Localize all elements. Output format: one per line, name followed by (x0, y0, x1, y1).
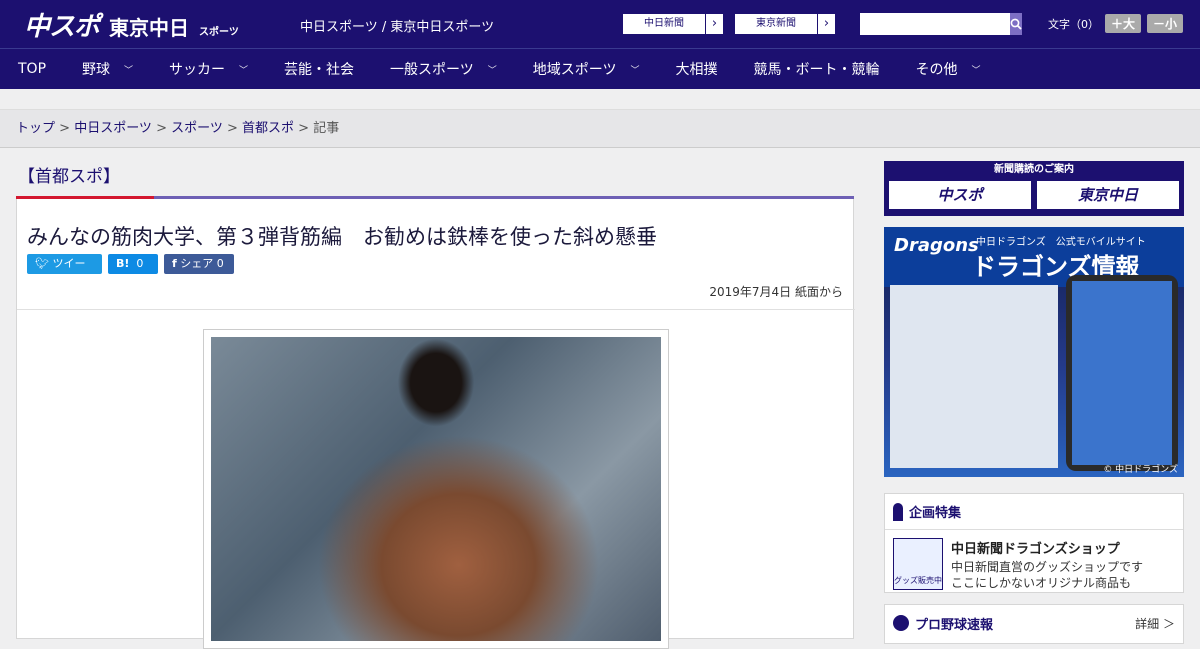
main-nav: TOP 野球 ﹀ サッカー ﹀ 芸能・社会 一般スポーツ ﹀ 地域スポーツ ﹀ 大相撲 … (0, 48, 1200, 89)
site-logo[interactable]: 中スポ 東京中日 スポーツ (24, 6, 239, 43)
ad-subtitle: 中日ドラゴンズ 公式モバイルサイト (976, 237, 1146, 248)
share-count: 0 (216, 257, 224, 270)
hatena-count: 0 (136, 257, 144, 270)
subscribe-chuspo-button[interactable]: 中スポ (888, 180, 1032, 210)
baseball-icon (893, 615, 909, 631)
article-photo-frame (203, 329, 669, 649)
nav-label: 地域スポーツ (532, 62, 617, 78)
nav-item-top[interactable]: TOP (0, 49, 64, 89)
dragons-shop-item[interactable]: グッズ販売中 中日新聞ドラゴンズショップ 中日新聞直営のグッズショップです ここ… (885, 530, 1183, 599)
ad-phone-image (1066, 275, 1178, 471)
breadcrumb-sports[interactable]: スポーツ (171, 121, 223, 136)
chevron-down-icon: ﹀ (124, 65, 134, 76)
nav-label: TOP (18, 61, 47, 77)
share-label: シェア (180, 257, 214, 270)
font-size-label: 文字（0） (1048, 17, 1099, 31)
tweet-button[interactable]: 🐦︎ ツイート (27, 254, 102, 290)
shop-thumbnail: グッズ販売中 (893, 538, 943, 590)
top-bar: 中スポ 東京中日 スポーツ 中日スポーツ / 東京中日スポーツ 中日新聞 › 東京… (0, 0, 1200, 48)
tokyo-link[interactable]: 東京新聞 › (734, 13, 836, 35)
nav-item-other[interactable]: その他 ﹀ (898, 49, 999, 89)
article: みんなの筋肉大学、第３弾背筋編 お勧めは鉄棒を使った斜め懸垂 🐦︎ ツイート B… (16, 199, 855, 649)
nav-item-entertainment[interactable]: 芸能・社会 (266, 49, 372, 89)
font-down-button[interactable]: －小 (1147, 14, 1184, 33)
chevron-down-icon: ﹀ (487, 65, 497, 76)
hatena-label: B! (116, 257, 130, 270)
section-title: 【首都スポ】 (18, 167, 120, 187)
breadcrumb-top[interactable]: トップ (16, 121, 55, 136)
tokyo-link-label: 東京新聞 (756, 18, 796, 29)
shop-desc-2: ここにしかないオリジナル商品も (951, 576, 1132, 590)
logo-main: 中スポ (24, 12, 100, 42)
subscription-header: 新聞購読のご案内 (994, 164, 1074, 175)
nav-label: 大相撲 (675, 62, 718, 78)
special-title: 企画特集 (909, 506, 962, 521)
subscription-box: 新聞購読のご案内 中スポ 東京中日 (884, 161, 1184, 216)
spacer-strip (0, 89, 1200, 110)
nav-item-racing[interactable]: 競馬・ボート・競輪 (736, 49, 898, 89)
nav-item-soccer[interactable]: サッカー ﹀ (151, 49, 266, 89)
shop-desc-1: 中日新聞直営のグッズショップです (951, 560, 1144, 574)
facebook-share-button[interactable]: f シェア 0 (164, 254, 234, 274)
chevron-right-icon: › (817, 14, 835, 34)
article-title: みんなの筋肉大学、第３弾背筋編 お勧めは鉄棒を使った斜め懸垂 (27, 225, 657, 249)
shop-thumbnail-label: グッズ販売中 (894, 576, 942, 585)
font-size-control: 文字（0） ＋大 －小 (1048, 14, 1184, 33)
facebook-icon: f (172, 257, 177, 270)
logo-sub: 東京中日 (109, 16, 190, 40)
shop-title: 中日新聞ドラゴンズショップ (951, 542, 1120, 557)
search-icon (1010, 18, 1022, 30)
twitter-icon: 🐦︎ (35, 257, 49, 270)
nav-label: サッカー (169, 62, 226, 78)
subscribe-tokyo-button[interactable]: 東京中日 (1036, 180, 1180, 210)
nav-item-local-sports[interactable]: 地域スポーツ ﹀ (515, 49, 658, 89)
chunichi-link[interactable]: 中日新聞 › (622, 13, 724, 35)
baseball-more-link[interactable]: 詳細 ＞ (1135, 615, 1175, 632)
nav-label: 芸能・社会 (284, 62, 355, 78)
nav-label: 野球 (82, 62, 111, 78)
chevron-right-icon: › (705, 14, 723, 34)
special-feature-box: 企画特集 グッズ販売中 中日新聞ドラゴンズショップ 中日新聞直営のグッズショップ… (884, 493, 1184, 593)
baseball-scores-box: プロ野球速報 詳細 ＞ (884, 604, 1184, 644)
chevron-down-icon: ﹀ (630, 65, 640, 76)
nav-item-sumo[interactable]: 大相撲 (658, 49, 736, 89)
dragons-ad-banner[interactable]: Dragons 中日ドラゴンズ 公式モバイルサイト ドラゴンズ情報 © 中日ドラ… (884, 227, 1184, 477)
article-date: 2019年7月4日 紙面から (709, 285, 843, 299)
search-box (860, 13, 1022, 35)
article-photo (211, 337, 661, 641)
chevron-down-icon: ﹀ (971, 65, 981, 76)
logo-sub-small: スポーツ (199, 27, 239, 38)
breadcrumb-chunichi-sports[interactable]: 中日スポーツ (74, 121, 152, 136)
ad-screenshot (890, 285, 1058, 468)
share-buttons: 🐦︎ ツイート B! 0 f シェア 0 (27, 254, 234, 290)
nav-label: 競馬・ボート・競輪 (753, 62, 880, 78)
ad-brand: Dragons (894, 235, 979, 256)
breadcrumb-shuto-supo[interactable]: 首都スポ (242, 121, 294, 136)
ribbon-icon (893, 502, 903, 521)
search-input[interactable] (860, 13, 1010, 35)
font-up-button[interactable]: ＋大 (1105, 14, 1142, 33)
ad-copyright: © 中日ドラゴンズ (1103, 465, 1178, 475)
search-button[interactable] (1010, 13, 1022, 35)
breadcrumb-current: 記事 (313, 121, 340, 136)
nav-item-general-sports[interactable]: 一般スポーツ ﹀ (372, 49, 515, 89)
breadcrumb: トップ > 中日スポーツ > スポーツ > 首都スポ > 記事 (0, 110, 1200, 148)
divider (17, 309, 855, 310)
chevron-down-icon: ﹀ (239, 65, 249, 76)
chunichi-link-label: 中日新聞 (644, 18, 684, 29)
hatena-button[interactable]: B! 0 (108, 254, 158, 274)
nav-item-baseball[interactable]: 野球 ﹀ (64, 49, 151, 89)
nav-label: 一般スポーツ (390, 62, 474, 78)
nav-label: その他 (915, 62, 958, 78)
site-name: 中日スポーツ / 東京中日スポーツ (300, 20, 495, 35)
